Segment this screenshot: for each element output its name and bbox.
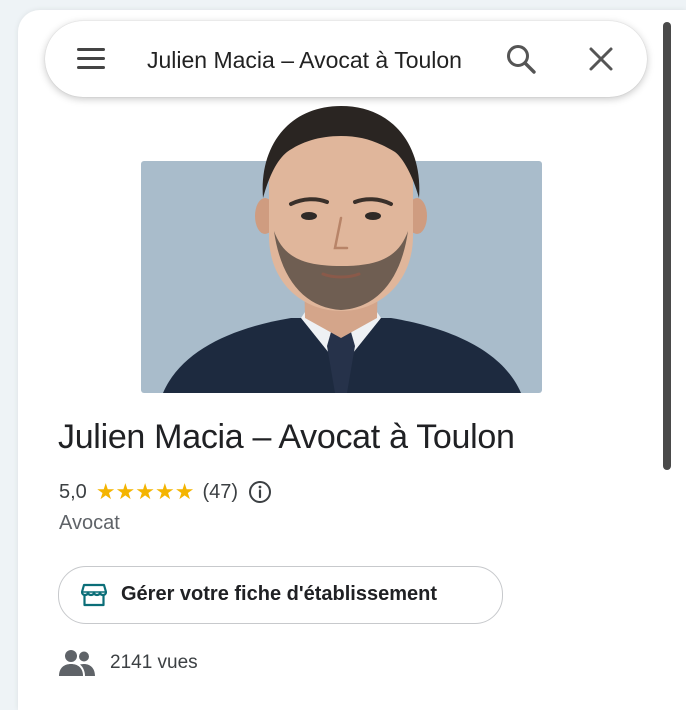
- star-rating: ★ ★ ★ ★ ★: [96, 481, 195, 503]
- star-icon: ★: [174, 479, 195, 504]
- views-row: 2141 vues: [58, 648, 198, 678]
- people-icon: [59, 650, 95, 676]
- close-icon[interactable]: [585, 43, 617, 75]
- storefront-icon: [81, 583, 107, 607]
- star-icon: ★: [95, 479, 116, 504]
- manage-business-label: Gérer votre fiche d'établissement: [121, 583, 437, 605]
- rating-row: 5,0 ★ ★ ★ ★ ★ (47): [59, 478, 272, 506]
- place-photo[interactable]: [141, 106, 542, 393]
- star-icon: ★: [115, 479, 136, 504]
- review-count-link[interactable]: (47): [202, 481, 238, 504]
- views-count: 2141 vues: [110, 652, 198, 673]
- place-title: Julien Macia – Avocat à Toulon: [58, 418, 515, 456]
- search-icon[interactable]: [503, 41, 539, 77]
- search-bar: Julien Macia – Avocat à Toulon: [45, 21, 647, 97]
- star-icon: ★: [135, 479, 156, 504]
- category-link[interactable]: Avocat: [59, 512, 120, 535]
- info-icon[interactable]: [248, 480, 272, 504]
- search-input[interactable]: Julien Macia – Avocat à Toulon: [147, 45, 477, 75]
- hamburger-menu-icon[interactable]: [69, 43, 113, 75]
- scrollbar[interactable]: [663, 22, 671, 470]
- star-icon: ★: [155, 479, 175, 504]
- rating-value: 5,0: [59, 480, 87, 503]
- manage-business-button[interactable]: Gérer votre fiche d'établissement: [58, 566, 503, 624]
